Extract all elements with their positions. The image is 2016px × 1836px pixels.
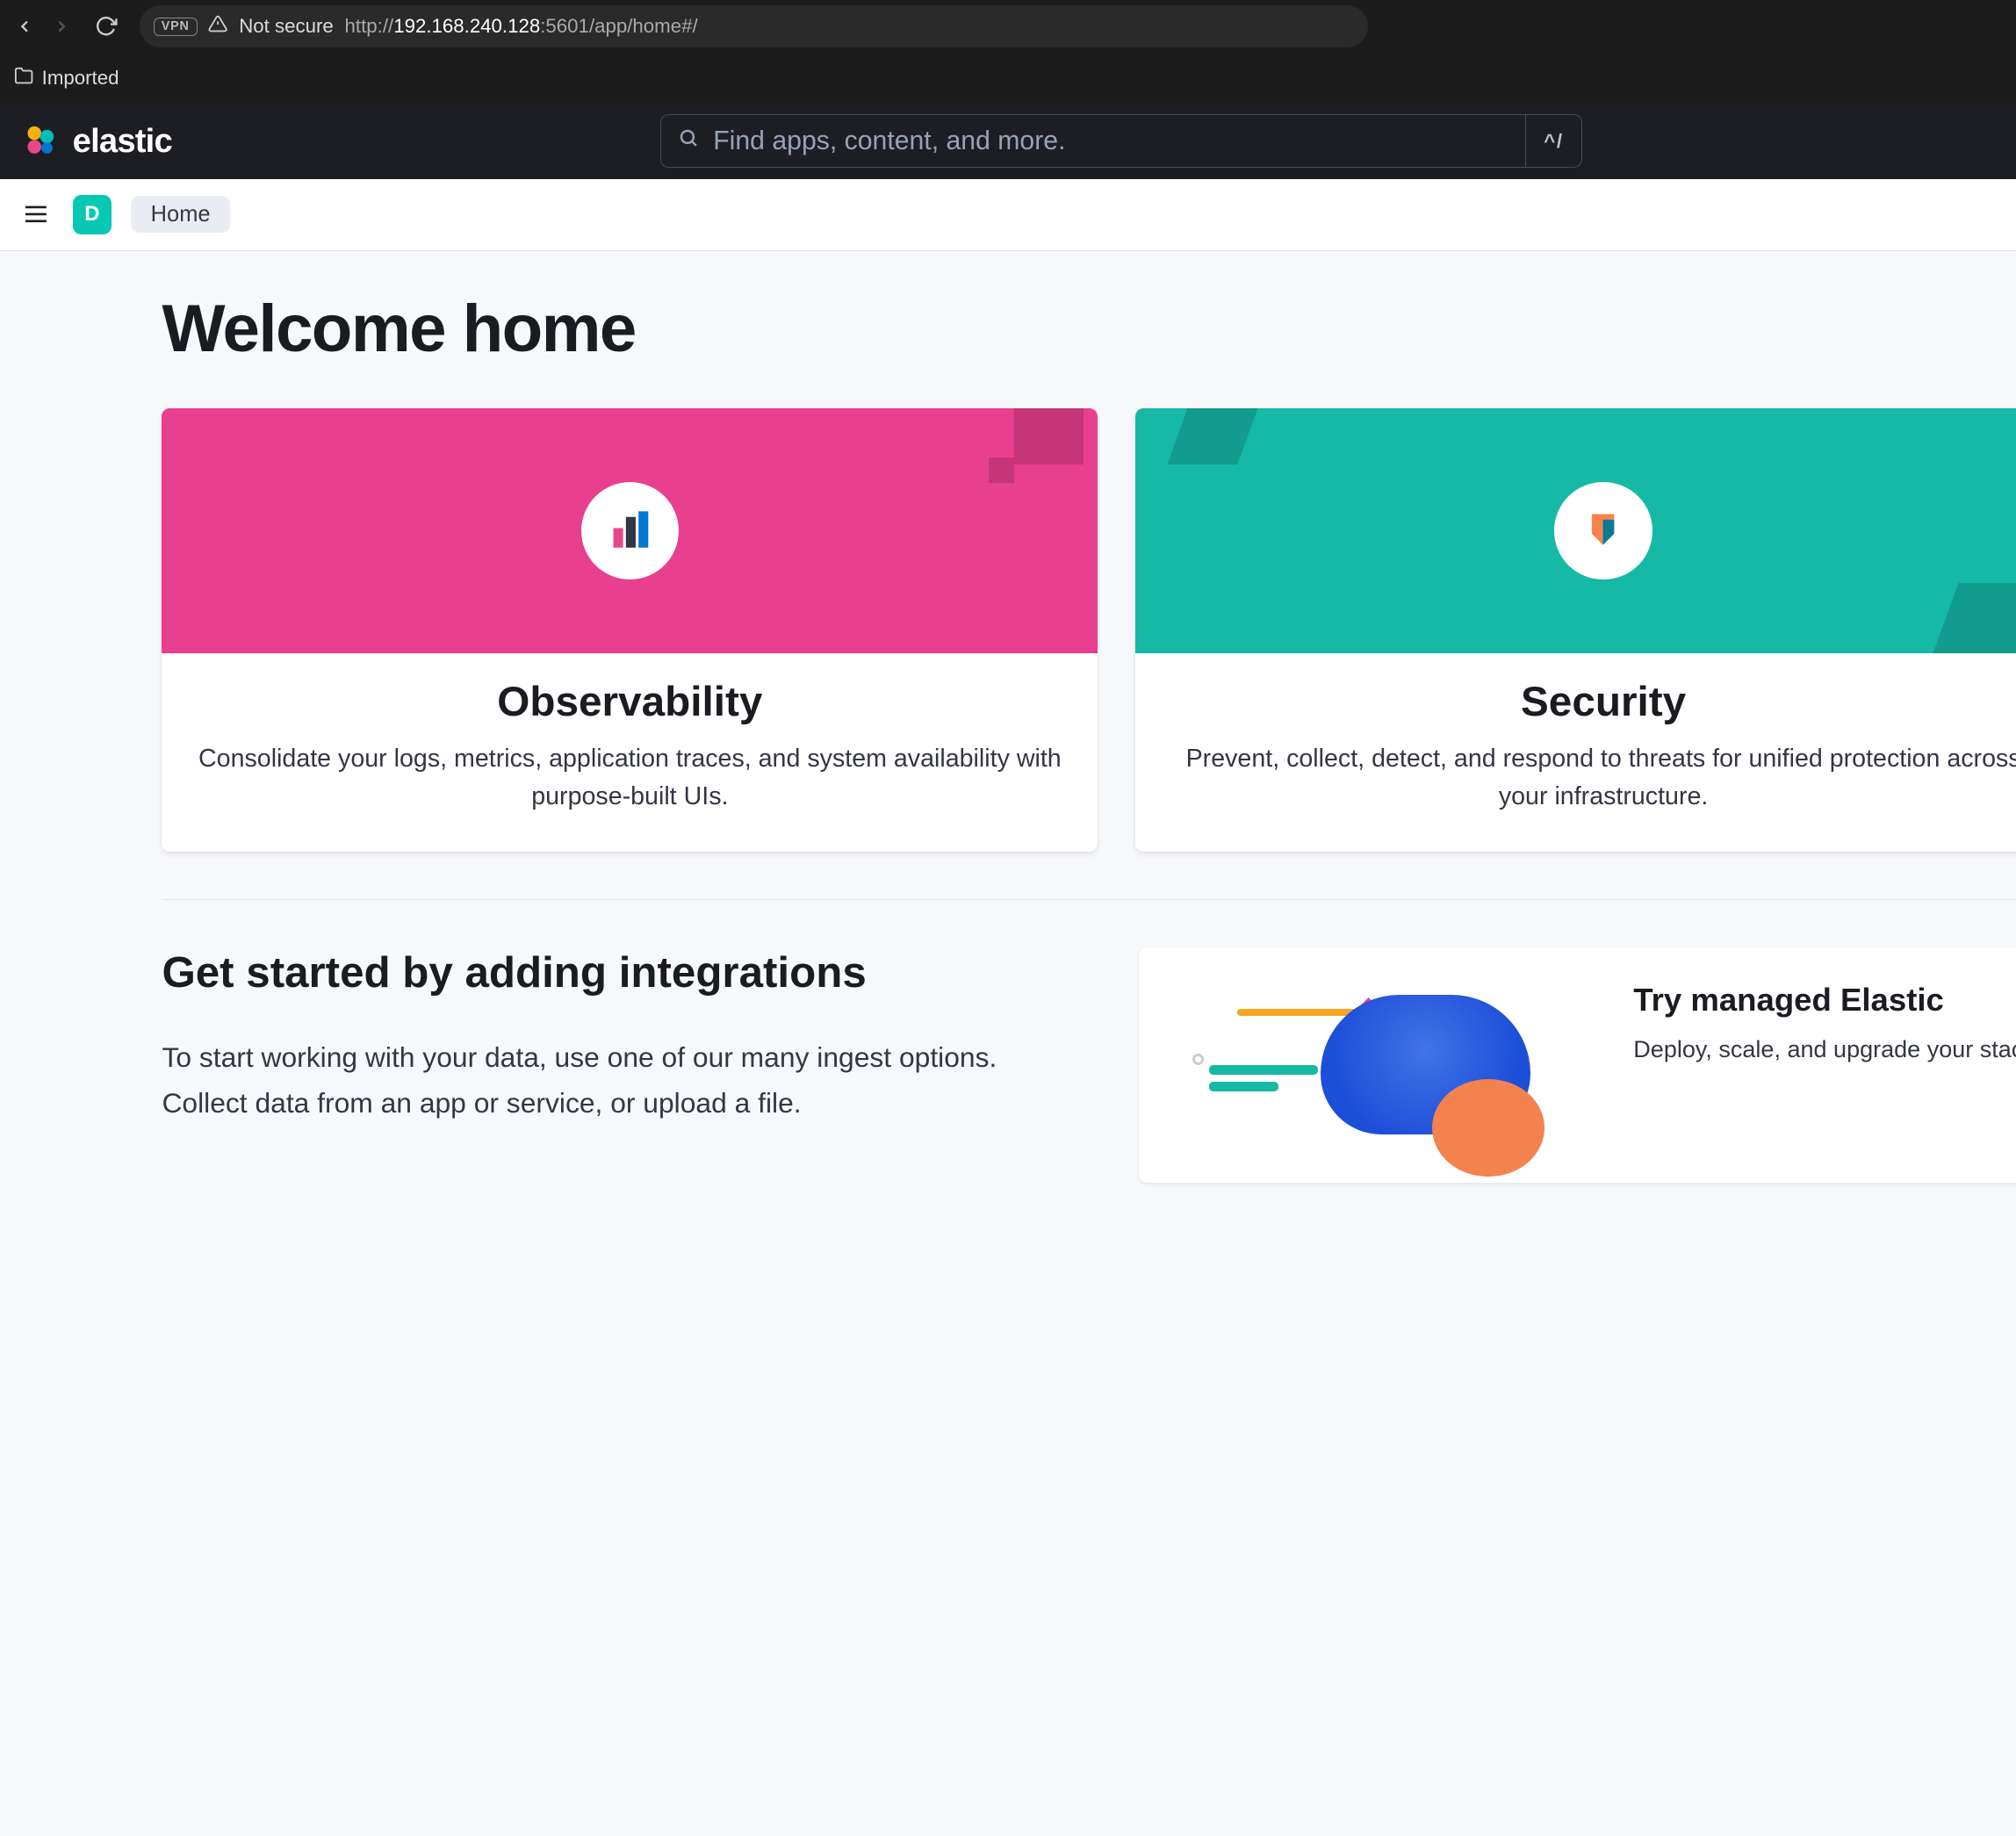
vpn-badge: VPN: [154, 18, 198, 36]
solution-cards-row: Observability Consolidate your logs, met…: [162, 408, 2016, 852]
elastic-logo[interactable]: elastic: [22, 122, 171, 161]
nav-forward-button[interactable]: [45, 10, 78, 43]
nav-arrows: [9, 10, 84, 43]
nav-menu-toggle[interactable]: [19, 198, 53, 231]
card-observability[interactable]: Observability Consolidate your logs, met…: [162, 408, 1098, 852]
url-text: http://192.168.240.128:5601/app/home#/: [345, 15, 698, 38]
managed-illustration: [1181, 982, 1600, 1149]
managed-desc: Deploy, scale, and upgrade your stack fa…: [1633, 1032, 2016, 1069]
managed-title: Try managed Elastic: [1633, 982, 2016, 1019]
page-title: Welcome home: [162, 291, 2016, 367]
space-selector[interactable]: D: [73, 195, 112, 234]
main-content: Welcome home Observability Consolidate y…: [0, 251, 2016, 1182]
integrations-column: Get started by adding integrations To st…: [162, 947, 1069, 1182]
elastic-logo-icon: [22, 123, 58, 159]
card-security[interactable]: Security Prevent, collect, detect, and r…: [1135, 408, 2016, 852]
card-desc-observability: Consolidate your logs, metrics, applicat…: [190, 740, 1069, 816]
bookmark-label: Imported: [42, 67, 119, 90]
search-shortcut-badge: ^/: [1526, 114, 1582, 167]
card-title-observability: Observability: [190, 678, 1069, 726]
integrations-title: Get started by adding integrations: [162, 947, 1069, 997]
bottom-section: Get started by adding integrations To st…: [162, 947, 2016, 1182]
global-search-input[interactable]: Find apps, content, and more.: [660, 114, 1526, 167]
folder-icon: [14, 66, 33, 90]
url-bar[interactable]: VPN Not secure http://192.168.240.128:56…: [140, 5, 1368, 47]
managed-elastic-panel[interactable]: Try managed Elastic Deploy, scale, and u…: [1139, 947, 2016, 1182]
observability-icon: [581, 482, 679, 580]
managed-text-col: Try managed Elastic Deploy, scale, and u…: [1633, 982, 2016, 1069]
elastic-brand-text: elastic: [73, 122, 172, 161]
bookmarks-bar: Imported: [0, 53, 2016, 103]
kibana-header: elastic Find apps, content, and more. ^/: [0, 104, 2016, 179]
card-desc-security: Prevent, collect, detect, and respond to…: [1163, 740, 2016, 816]
nav-back-button[interactable]: [9, 10, 42, 43]
bookmark-imported[interactable]: Imported: [14, 66, 119, 90]
insecure-icon: [208, 14, 227, 39]
card-body-security: Security Prevent, collect, detect, and r…: [1135, 653, 2016, 853]
card-title-security: Security: [1163, 678, 2016, 726]
kibana-subnav: D Home: [0, 179, 2016, 252]
security-icon: [1554, 482, 1652, 580]
integrations-desc: To start working with your data, use one…: [162, 1034, 1069, 1127]
search-icon: [678, 127, 699, 155]
card-header-security: [1135, 408, 2016, 652]
global-search-wrap: Find apps, content, and more. ^/: [660, 114, 1581, 167]
browser-toolbar: VPN Not secure http://192.168.240.128:56…: [0, 0, 2016, 53]
card-body-observability: Observability Consolidate your logs, met…: [162, 653, 1098, 853]
insecure-label: Not secure: [239, 15, 334, 38]
reload-button[interactable]: [90, 10, 123, 43]
section-divider: [162, 899, 2016, 900]
breadcrumb-home[interactable]: Home: [131, 196, 229, 233]
card-header-observability: [162, 408, 1098, 652]
search-placeholder: Find apps, content, and more.: [713, 126, 1065, 156]
